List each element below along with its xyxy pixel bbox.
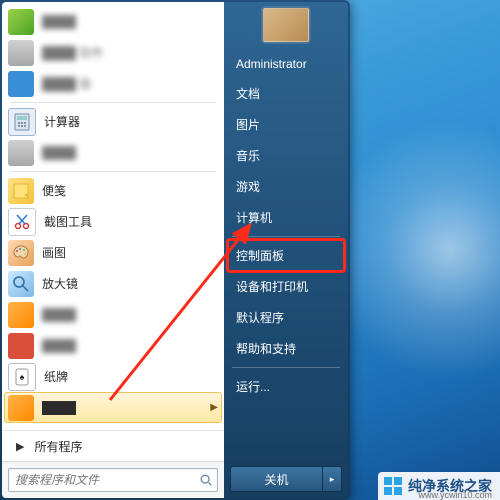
program-label: ████ bbox=[42, 308, 218, 322]
menu-separator bbox=[232, 367, 340, 368]
program-item[interactable]: 计算器 bbox=[4, 106, 222, 137]
program-label: ████ 版 bbox=[42, 75, 218, 92]
search-box bbox=[2, 461, 224, 498]
watermark-logo-icon bbox=[384, 477, 402, 495]
search-field[interactable] bbox=[8, 468, 218, 492]
program-label: ████ bbox=[42, 15, 218, 29]
program-item[interactable]: 便笺 bbox=[4, 175, 222, 206]
program-list: ████████ 软件████ 版计算器████便笺截图工具画图放大镜█████… bbox=[2, 2, 224, 430]
menu-separator bbox=[232, 236, 340, 237]
desktop: ████████ 软件████ 版计算器████便笺截图工具画图放大镜█████… bbox=[0, 0, 500, 500]
program-item[interactable]: ████ bbox=[4, 299, 222, 330]
program-item[interactable]: ████ bbox=[4, 330, 222, 361]
shutdown-options-button[interactable]: ▸ bbox=[323, 466, 342, 492]
submenu-arrow-icon: ▶ bbox=[210, 402, 218, 413]
shutdown-row: 关机 ▸ bbox=[228, 464, 344, 494]
program-item[interactable]: ████ 版 bbox=[4, 68, 222, 99]
menu-item[interactable]: 设备和打印机 bbox=[228, 271, 344, 302]
all-programs-label: 所有程序 bbox=[34, 438, 82, 455]
program-item[interactable]: ♠ 纸牌 bbox=[4, 361, 222, 392]
menu-item[interactable]: 默认程序 bbox=[228, 302, 344, 333]
menu-item[interactable]: 音乐 bbox=[228, 140, 344, 171]
program-item[interactable]: ████ bbox=[4, 137, 222, 168]
program-item[interactable]: 截图工具 bbox=[4, 206, 222, 237]
program-label: 计算器 bbox=[44, 113, 218, 130]
start-menu: ████████ 软件████ 版计算器████便笺截图工具画图放大镜█████… bbox=[0, 0, 350, 500]
watermark-url: www.ycwin10.com bbox=[418, 490, 492, 500]
program-label: 放大镜 bbox=[42, 275, 218, 292]
user-avatar[interactable] bbox=[263, 8, 309, 42]
program-label: 便笺 bbox=[42, 182, 218, 199]
arrow-right-icon: ▶ bbox=[16, 440, 24, 453]
menu-item[interactable]: 文档 bbox=[228, 78, 344, 109]
svg-text:♠: ♠ bbox=[20, 372, 25, 382]
search-icon bbox=[199, 473, 213, 487]
shutdown-button[interactable]: 关机 bbox=[230, 466, 323, 492]
program-label: ████ bbox=[42, 146, 218, 160]
username-link[interactable]: Administrator bbox=[228, 50, 344, 78]
program-item[interactable]: ████ 软件 bbox=[4, 37, 222, 68]
program-label: ████ bbox=[42, 401, 210, 415]
all-programs-button[interactable]: ▶ 所有程序 bbox=[2, 430, 224, 461]
search-input[interactable] bbox=[13, 472, 199, 488]
program-label: 纸牌 bbox=[44, 368, 218, 385]
menu-item[interactable]: 帮助和支持 bbox=[228, 333, 344, 364]
program-item[interactable]: ████ bbox=[4, 6, 222, 37]
menu-item[interactable]: 控制面板 bbox=[228, 240, 344, 271]
program-label: 截图工具 bbox=[44, 213, 218, 230]
menu-item[interactable]: 计算机 bbox=[228, 202, 344, 233]
avatar-wrap bbox=[228, 8, 344, 42]
program-item[interactable]: 画图 bbox=[4, 237, 222, 268]
menu-item[interactable]: 图片 bbox=[228, 109, 344, 140]
program-label: ████ 软件 bbox=[42, 44, 218, 61]
start-menu-left-panel: ████████ 软件████ 版计算器████便笺截图工具画图放大镜█████… bbox=[2, 2, 224, 498]
start-menu-right-panel: Administrator 文档图片音乐游戏计算机 控制面板设备和打印机默认程序… bbox=[224, 2, 348, 498]
program-label: ████ bbox=[42, 339, 218, 353]
program-label: 画图 bbox=[42, 244, 218, 261]
menu-item[interactable]: 游戏 bbox=[228, 171, 344, 202]
program-item[interactable]: 放大镜 bbox=[4, 268, 222, 299]
list-separator bbox=[10, 102, 216, 103]
menu-item-run[interactable]: 运行... bbox=[228, 371, 344, 402]
program-item[interactable]: ████▶ bbox=[4, 392, 222, 423]
list-separator bbox=[10, 171, 216, 172]
